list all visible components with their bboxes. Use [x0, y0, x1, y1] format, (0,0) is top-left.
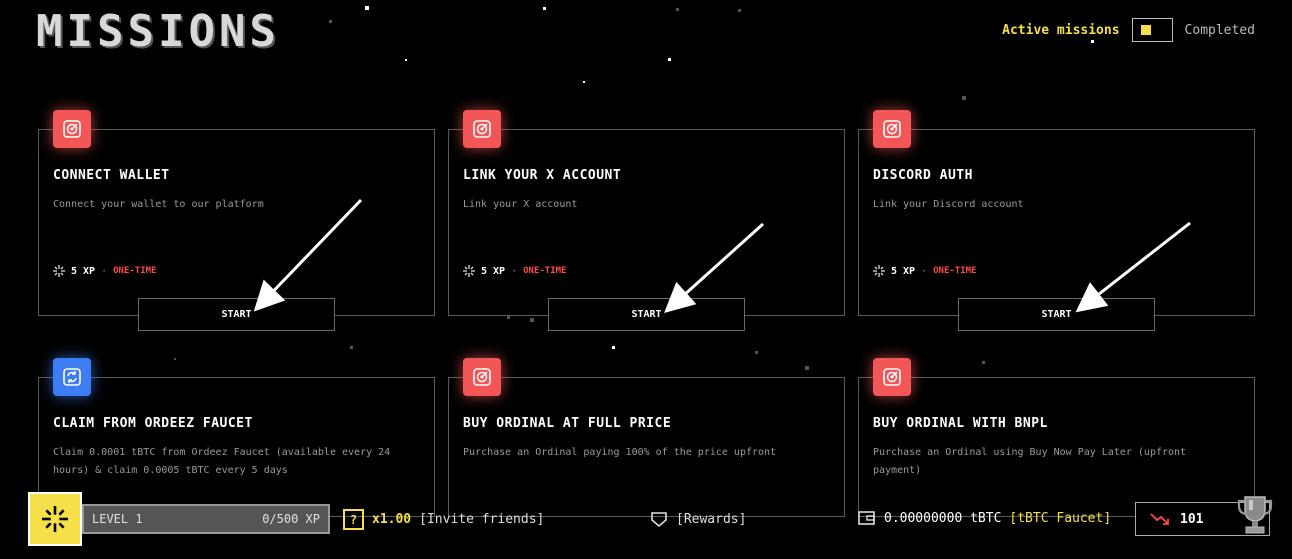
star	[329, 20, 332, 23]
mission-description: Claim 0.0001 tBTC from Ordeez Faucet (av…	[53, 447, 391, 476]
xp-progress-bar: LEVEL 1 0/500 XP	[82, 504, 330, 534]
mission-title: BUY ORDINAL WITH BNPL	[873, 416, 1048, 431]
mission-title: DISCORD AUTH	[873, 168, 973, 183]
wallet-icon	[858, 511, 875, 525]
target-icon	[873, 358, 911, 396]
star	[962, 96, 966, 100]
mission-card: DISCORD AUTH Link your Discord account 5…	[858, 110, 1255, 331]
mission-filter: Active missions Completed	[1002, 18, 1255, 42]
mission-frequency: ONE-TIME	[933, 266, 977, 276]
star	[612, 346, 615, 349]
mission-title: LINK YOUR X ACCOUNT	[463, 168, 622, 183]
star	[530, 318, 534, 322]
target-icon	[463, 358, 501, 396]
wallet-balance: 0.00000000 tBTC [tBTC Faucet]	[858, 510, 1111, 526]
mission-card: LINK YOUR X ACCOUNT Link your X account …	[448, 110, 845, 331]
separator: ·	[101, 265, 108, 277]
mission-description: Link your Discord account	[873, 199, 1024, 210]
start-button[interactable]: START	[548, 298, 745, 331]
shield-icon	[651, 512, 667, 528]
star	[755, 351, 758, 354]
mission-reward: 5 XP · ONE-TIME	[463, 265, 566, 277]
star	[668, 58, 671, 61]
rewards: [Rewards]	[650, 510, 746, 528]
invite-friends-link[interactable]: [Invite friends]	[419, 512, 544, 527]
star	[365, 6, 369, 10]
star	[405, 59, 407, 61]
mission-title: BUY ORDINAL AT FULL PRICE	[463, 416, 672, 431]
mission-description: Link your X account	[463, 199, 578, 210]
start-button[interactable]: START	[138, 298, 335, 331]
tbtc-faucet-link[interactable]: [tBTC Faucet]	[1009, 511, 1111, 526]
toggle-knob	[1140, 25, 1151, 35]
separator: ·	[511, 265, 518, 277]
star	[350, 346, 353, 349]
status-bar: LEVEL 1 0/500 XP ? x1.00 [Invite friends…	[0, 491, 1292, 559]
separator: ·	[921, 265, 928, 277]
help-icon[interactable]: ?	[343, 509, 364, 530]
mission-reward: 5 XP · ONE-TIME	[873, 265, 976, 277]
completed-label[interactable]: Completed	[1185, 23, 1255, 38]
xp-sparkle-icon	[53, 265, 65, 277]
xp-sparkle-icon	[873, 265, 885, 277]
rewards-link[interactable]: [Rewards]	[676, 512, 746, 527]
mission-title: CLAIM FROM ORDEEZ FAUCET	[53, 416, 253, 431]
star	[543, 7, 546, 10]
star	[982, 361, 985, 364]
page-title: MISSIONS	[36, 6, 280, 57]
xp-progress: 0/500 XP	[262, 512, 320, 526]
mission-reward: 5 XP · ONE-TIME	[53, 265, 156, 277]
start-button[interactable]: START	[958, 298, 1155, 331]
mission-frequency: ONE-TIME	[113, 266, 157, 276]
star	[174, 358, 176, 360]
multiplier-value: x1.00	[372, 512, 412, 527]
rank-value: 101	[1180, 511, 1204, 527]
active-missions-label[interactable]: Active missions	[1002, 23, 1119, 38]
level-label: LEVEL 1	[92, 512, 143, 526]
mission-description: Purchase an Ordinal paying 100% of the p…	[463, 447, 777, 458]
mission-title: CONNECT WALLET	[53, 168, 170, 183]
target-icon	[53, 110, 91, 148]
star	[738, 9, 741, 12]
level-sparkle-icon	[28, 492, 82, 546]
mission-xp: 5 XP	[481, 265, 506, 277]
xp-sparkle-icon	[463, 265, 475, 277]
trend-down-icon	[1150, 513, 1169, 525]
trophy-icon[interactable]	[1235, 494, 1275, 536]
star	[805, 366, 809, 370]
star	[676, 8, 679, 11]
mission-description: Connect your wallet to our platform	[53, 199, 264, 210]
multiplier: ? x1.00 [Invite friends]	[343, 509, 544, 530]
mission-card: CONNECT WALLET Connect your wallet to ou…	[38, 110, 435, 331]
target-icon	[463, 110, 501, 148]
target-icon	[873, 110, 911, 148]
star	[583, 81, 585, 83]
mission-frequency: ONE-TIME	[523, 266, 567, 276]
mission-xp: 5 XP	[891, 265, 916, 277]
mission-filter-toggle[interactable]	[1131, 18, 1173, 42]
mission-xp: 5 XP	[71, 265, 96, 277]
mission-description: Purchase an Ordinal using Buy Now Pay La…	[873, 447, 1187, 476]
balance-value: 0.00000000 tBTC	[884, 510, 1002, 526]
refresh-icon	[53, 358, 91, 396]
star	[507, 316, 510, 319]
